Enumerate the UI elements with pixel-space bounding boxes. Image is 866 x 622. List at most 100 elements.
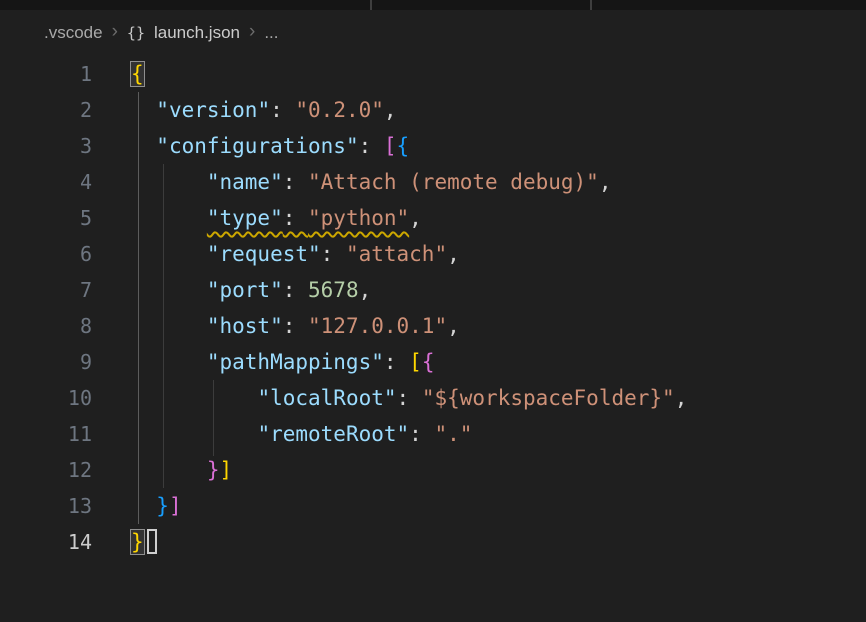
- token-k: "version": [156, 98, 270, 122]
- code-line[interactable]: 12 }]: [0, 452, 866, 488]
- token-k: "configurations": [156, 134, 358, 158]
- token-w: [131, 98, 156, 122]
- breadcrumb-file[interactable]: launch.json: [154, 23, 240, 43]
- token-b1: }: [131, 530, 144, 554]
- line-number[interactable]: 11: [0, 416, 92, 452]
- code-text: }: [92, 524, 157, 560]
- token-p: :: [283, 170, 308, 194]
- token-b2: [: [384, 134, 397, 158]
- token-p: :: [283, 314, 308, 338]
- token-p: ,: [675, 386, 688, 410]
- line-number[interactable]: 13: [0, 488, 92, 524]
- line-number[interactable]: 14: [0, 524, 92, 560]
- chevron-right-icon: ›: [249, 21, 255, 43]
- code-line[interactable]: 4 "name": "Attach (remote debug)",: [0, 164, 866, 200]
- code-text: "port": 5678,: [92, 272, 371, 308]
- line-number[interactable]: 12: [0, 452, 92, 488]
- token-b3: }: [156, 494, 169, 518]
- token-p: :: [270, 98, 295, 122]
- token-p: ,: [409, 206, 422, 230]
- token-s: "attach": [346, 242, 447, 266]
- token-w: [131, 386, 257, 410]
- token-b3: {: [397, 134, 410, 158]
- indent-guide: [213, 380, 214, 456]
- token-b1: {: [131, 62, 144, 86]
- line-number[interactable]: 2: [0, 92, 92, 128]
- line-number[interactable]: 3: [0, 128, 92, 164]
- token-p: :: [359, 134, 384, 158]
- code-line[interactable]: 11 "remoteRoot": ".": [0, 416, 866, 452]
- code-line[interactable]: 13 }]: [0, 488, 866, 524]
- token-k: "localRoot": [257, 386, 396, 410]
- token-b1: ]: [220, 458, 233, 482]
- token-p: :: [283, 206, 308, 230]
- token-w: [131, 350, 207, 374]
- indent-guide: [163, 164, 164, 488]
- code-line[interactable]: 9 "pathMappings": [{: [0, 344, 866, 380]
- token-k: "port": [207, 278, 283, 302]
- code-text: "localRoot": "${workspaceFolder}",: [92, 380, 687, 416]
- code-line[interactable]: 3 "configurations": [{: [0, 128, 866, 164]
- token-w: [131, 314, 207, 338]
- code-line[interactable]: 1{: [0, 56, 866, 92]
- token-k: "name": [207, 170, 283, 194]
- active-indent-guide: [138, 92, 139, 524]
- line-number[interactable]: 4: [0, 164, 92, 200]
- line-number[interactable]: 7: [0, 272, 92, 308]
- token-w: [131, 134, 156, 158]
- tab-separator: [370, 0, 372, 10]
- line-number[interactable]: 10: [0, 380, 92, 416]
- code-line[interactable]: 5 "type": "python",: [0, 200, 866, 236]
- line-number[interactable]: 6: [0, 236, 92, 272]
- token-w: [131, 242, 207, 266]
- line-number[interactable]: 1: [0, 56, 92, 92]
- code-text: "type": "python",: [92, 200, 422, 236]
- code-line[interactable]: 10 "localRoot": "${workspaceFolder}",: [0, 380, 866, 416]
- code-text: "name": "Attach (remote debug)",: [92, 164, 611, 200]
- token-p: :: [409, 422, 434, 446]
- token-w: [131, 278, 207, 302]
- code-text: "remoteRoot": ".": [92, 416, 472, 452]
- token-b1: [: [409, 350, 422, 374]
- token-w: [131, 458, 207, 482]
- token-s: "Attach (remote debug)": [308, 170, 599, 194]
- code-line[interactable]: 7 "port": 5678,: [0, 272, 866, 308]
- breadcrumb: .vscode › {} launch.json › ...: [0, 10, 866, 56]
- token-k: "host": [207, 314, 283, 338]
- token-k: "type": [207, 206, 283, 230]
- code-line[interactable]: 2 "version": "0.2.0",: [0, 92, 866, 128]
- code-editor[interactable]: 1{2 "version": "0.2.0",3 "configurations…: [0, 56, 866, 560]
- code-line[interactable]: 6 "request": "attach",: [0, 236, 866, 272]
- code-text: "request": "attach",: [92, 236, 460, 272]
- code-text: "host": "127.0.0.1",: [92, 308, 460, 344]
- token-s: "${workspaceFolder}": [422, 386, 675, 410]
- code-line[interactable]: 8 "host": "127.0.0.1",: [0, 308, 866, 344]
- token-p: ,: [384, 98, 397, 122]
- code-text: "configurations": [{: [92, 128, 409, 164]
- token-n: 5678: [308, 278, 359, 302]
- token-p: ,: [359, 278, 372, 302]
- token-p: ,: [447, 314, 460, 338]
- token-b2: }: [207, 458, 220, 482]
- token-s: ".": [434, 422, 472, 446]
- token-p: ,: [447, 242, 460, 266]
- token-k: "remoteRoot": [257, 422, 409, 446]
- line-number[interactable]: 8: [0, 308, 92, 344]
- code-area: 1{2 "version": "0.2.0",3 "configurations…: [0, 56, 866, 560]
- code-line[interactable]: 14}: [0, 524, 866, 560]
- code-text: {: [92, 56, 144, 92]
- token-s: "python": [308, 206, 409, 230]
- breadcrumb-folder[interactable]: .vscode: [44, 23, 103, 43]
- token-w: [131, 422, 257, 446]
- line-number[interactable]: 5: [0, 200, 92, 236]
- code-text: }]: [92, 488, 182, 524]
- token-w: [131, 170, 207, 194]
- json-braces-icon: {}: [127, 24, 145, 42]
- token-p: :: [321, 242, 346, 266]
- token-k: "pathMappings": [207, 350, 384, 374]
- breadcrumb-ellipsis[interactable]: ...: [264, 23, 278, 43]
- token-b2: ]: [169, 494, 182, 518]
- line-number[interactable]: 9: [0, 344, 92, 380]
- token-k: "request": [207, 242, 321, 266]
- editor-tab-strip: [0, 0, 866, 10]
